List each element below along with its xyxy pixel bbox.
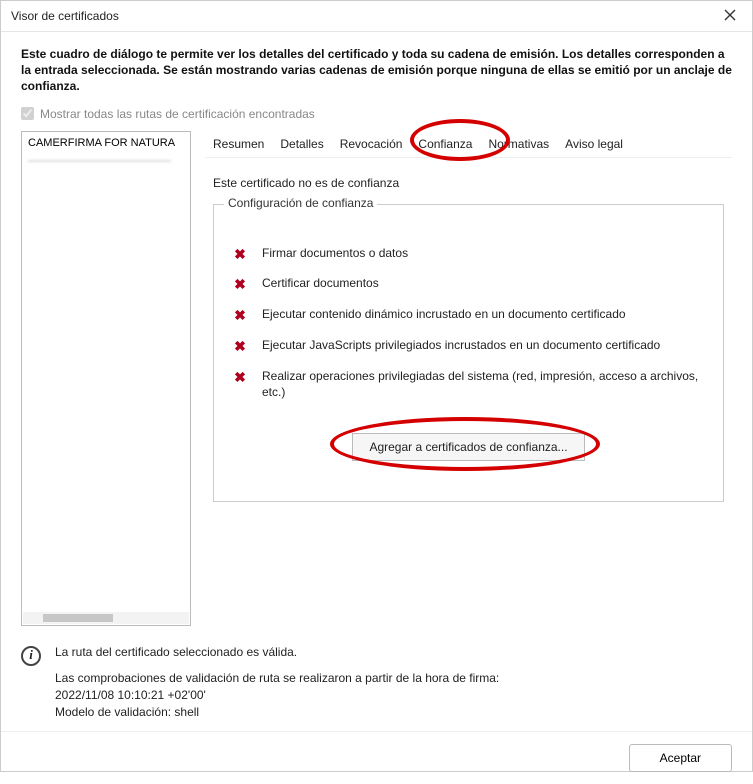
tab-trust[interactable]: Confianza [410, 131, 480, 157]
trust-item: ✖ Firmar documentos o datos [232, 245, 705, 264]
accept-button[interactable]: Aceptar [629, 744, 732, 772]
validation-model: Modelo de validación: shell [55, 704, 499, 721]
tab-policies[interactable]: Normativas [480, 131, 557, 157]
tab-summary[interactable]: Resumen [205, 131, 272, 157]
cert-tree-item[interactable]: ————————————— [22, 152, 190, 170]
tab-revocation[interactable]: Revocación [332, 131, 411, 157]
x-mark-icon: ✖ [232, 306, 248, 325]
dialog-content: Este cuadro de diálogo te permite ver lo… [1, 32, 752, 731]
tab-bar: Resumen Detalles Revocación Confianza No… [205, 131, 732, 158]
trust-item-label: Firmar documentos o datos [262, 245, 408, 261]
tab-details[interactable]: Detalles [272, 131, 331, 157]
window-title: Visor de certificados [11, 9, 119, 23]
certificate-viewer-window: Visor de certificados Este cuadro de diá… [0, 0, 753, 772]
trust-config-fieldset: Configuración de confianza ✖ Firmar docu… [213, 204, 724, 502]
validation-line-valid: La ruta del certificado seleccionado es … [55, 644, 499, 661]
info-icon: i [21, 646, 41, 666]
close-icon[interactable] [718, 7, 742, 25]
validation-line-checks: Las comprobaciones de validación de ruta… [55, 670, 499, 687]
intro-text: Este cuadro de diálogo te permite ver lo… [21, 46, 732, 95]
cert-tree-item[interactable]: CAMERFIRMA FOR NATURA [22, 134, 190, 152]
show-all-paths-checkbox[interactable]: Mostrar todas las rutas de certificación… [21, 107, 732, 121]
main-area: CAMERFIRMA FOR NATURA ————————————— Resu… [21, 131, 732, 626]
titlebar: Visor de certificados [1, 1, 752, 32]
x-mark-icon: ✖ [232, 245, 248, 264]
validation-info: i La ruta del certificado seleccionado e… [21, 644, 732, 721]
certificate-tree[interactable]: CAMERFIRMA FOR NATURA ————————————— [21, 131, 191, 626]
x-mark-icon: ✖ [232, 368, 248, 387]
trust-item-label: Ejecutar contenido dinámico incrustado e… [262, 306, 626, 322]
x-mark-icon: ✖ [232, 275, 248, 294]
show-all-paths-label: Mostrar todas las rutas de certificación… [40, 107, 315, 121]
add-trusted-wrapper: Agregar a certificados de confianza... [232, 433, 705, 461]
validation-timestamp: 2022/11/08 10:10:21 +02'00' [55, 687, 499, 704]
trust-item: ✖ Realizar operaciones privilegiadas del… [232, 368, 705, 400]
tab-content-trust: Este certificado no es de confianza Conf… [205, 166, 732, 626]
validation-info-text: La ruta del certificado seleccionado es … [55, 644, 499, 721]
right-panel: Resumen Detalles Revocación Confianza No… [205, 131, 732, 626]
trust-item: ✖ Ejecutar JavaScripts privilegiados inc… [232, 337, 705, 356]
trust-config-legend: Configuración de confianza [224, 196, 377, 210]
horizontal-scrollbar[interactable] [23, 612, 189, 624]
scrollbar-thumb[interactable] [43, 614, 113, 622]
trust-status: Este certificado no es de confianza [213, 176, 724, 190]
x-mark-icon: ✖ [232, 337, 248, 356]
trust-item: ✖ Ejecutar contenido dinámico incrustado… [232, 306, 705, 325]
tab-legal[interactable]: Aviso legal [557, 131, 631, 157]
trust-item-label: Ejecutar JavaScripts privilegiados incru… [262, 337, 660, 353]
show-all-paths-input[interactable] [21, 107, 34, 120]
trust-item-label: Realizar operaciones privilegiadas del s… [262, 368, 705, 400]
dialog-footer: Aceptar [1, 731, 752, 784]
trust-item-label: Certificar documentos [262, 275, 379, 291]
trust-item: ✖ Certificar documentos [232, 275, 705, 294]
add-to-trusted-button[interactable]: Agregar a certificados de confianza... [352, 433, 584, 461]
